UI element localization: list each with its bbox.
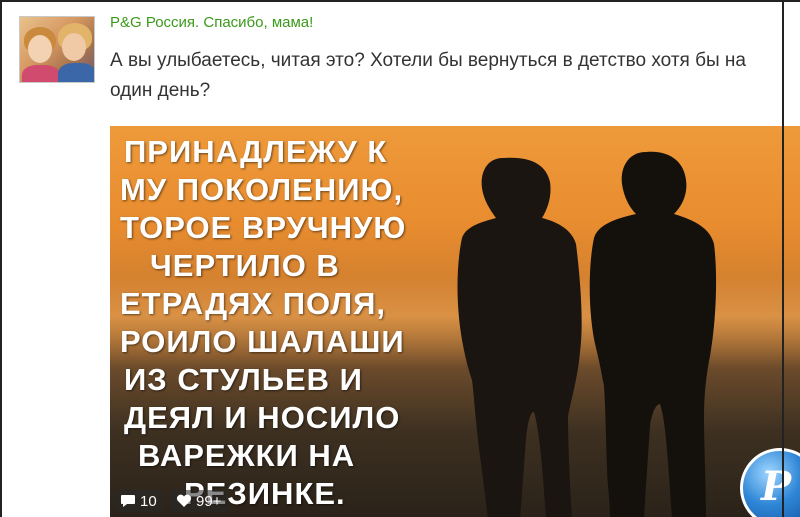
poster-line-5: ЕТРАДЯХ ПОЛЯ, <box>120 286 387 321</box>
likes-count: 99+ <box>196 492 222 510</box>
post-card: P&G Россия. Спасибо, мама! А вы улыбаете… <box>0 0 800 517</box>
poster-line-3: ТОРОЕ ВРУЧНУЮ <box>120 210 407 245</box>
poster-line-1: ПРИНАДЛЕЖУ К <box>124 134 388 169</box>
poster-line-6: РОИЛО ШАЛАШИ <box>120 324 405 359</box>
post-image[interactable]: ПРИНАДЛЕЖУ К МУ ПОКОЛЕНИЮ, ТОРОЕ ВРУЧНУЮ… <box>110 126 800 517</box>
like-icon <box>176 494 192 507</box>
avatar-figure-2-face <box>62 33 86 61</box>
poster-line-8: ДЕЯЛ И НОСИЛО <box>124 400 401 435</box>
poster-line-7: ИЗ СТУЛЬЕВ И <box>124 362 363 397</box>
comments-counter[interactable]: 10 <box>114 490 163 512</box>
comment-icon <box>121 495 135 507</box>
post-text: А вы улыбаетесь, читая это? Хотели бы ве… <box>110 50 746 101</box>
pg-logo-text: P <box>761 463 792 510</box>
group-avatar[interactable] <box>19 16 95 83</box>
frame-border-right <box>782 0 784 517</box>
comments-count: 10 <box>140 492 157 510</box>
likes-counter[interactable]: 99+ <box>170 490 228 512</box>
avatar-figure-1-body <box>22 65 60 82</box>
avatar-figure-1-face <box>28 35 52 63</box>
group-name-link[interactable]: P&G Россия. Спасибо, мама! <box>110 14 313 31</box>
poster-line-4: ЧЕРТИЛО В <box>150 248 340 283</box>
poster-line-2: МУ ПОКОЛЕНИЮ, <box>120 172 404 207</box>
avatar-figure-2-body <box>58 63 94 82</box>
poster-line-9: ВАРЕЖКИ НА <box>138 438 356 473</box>
